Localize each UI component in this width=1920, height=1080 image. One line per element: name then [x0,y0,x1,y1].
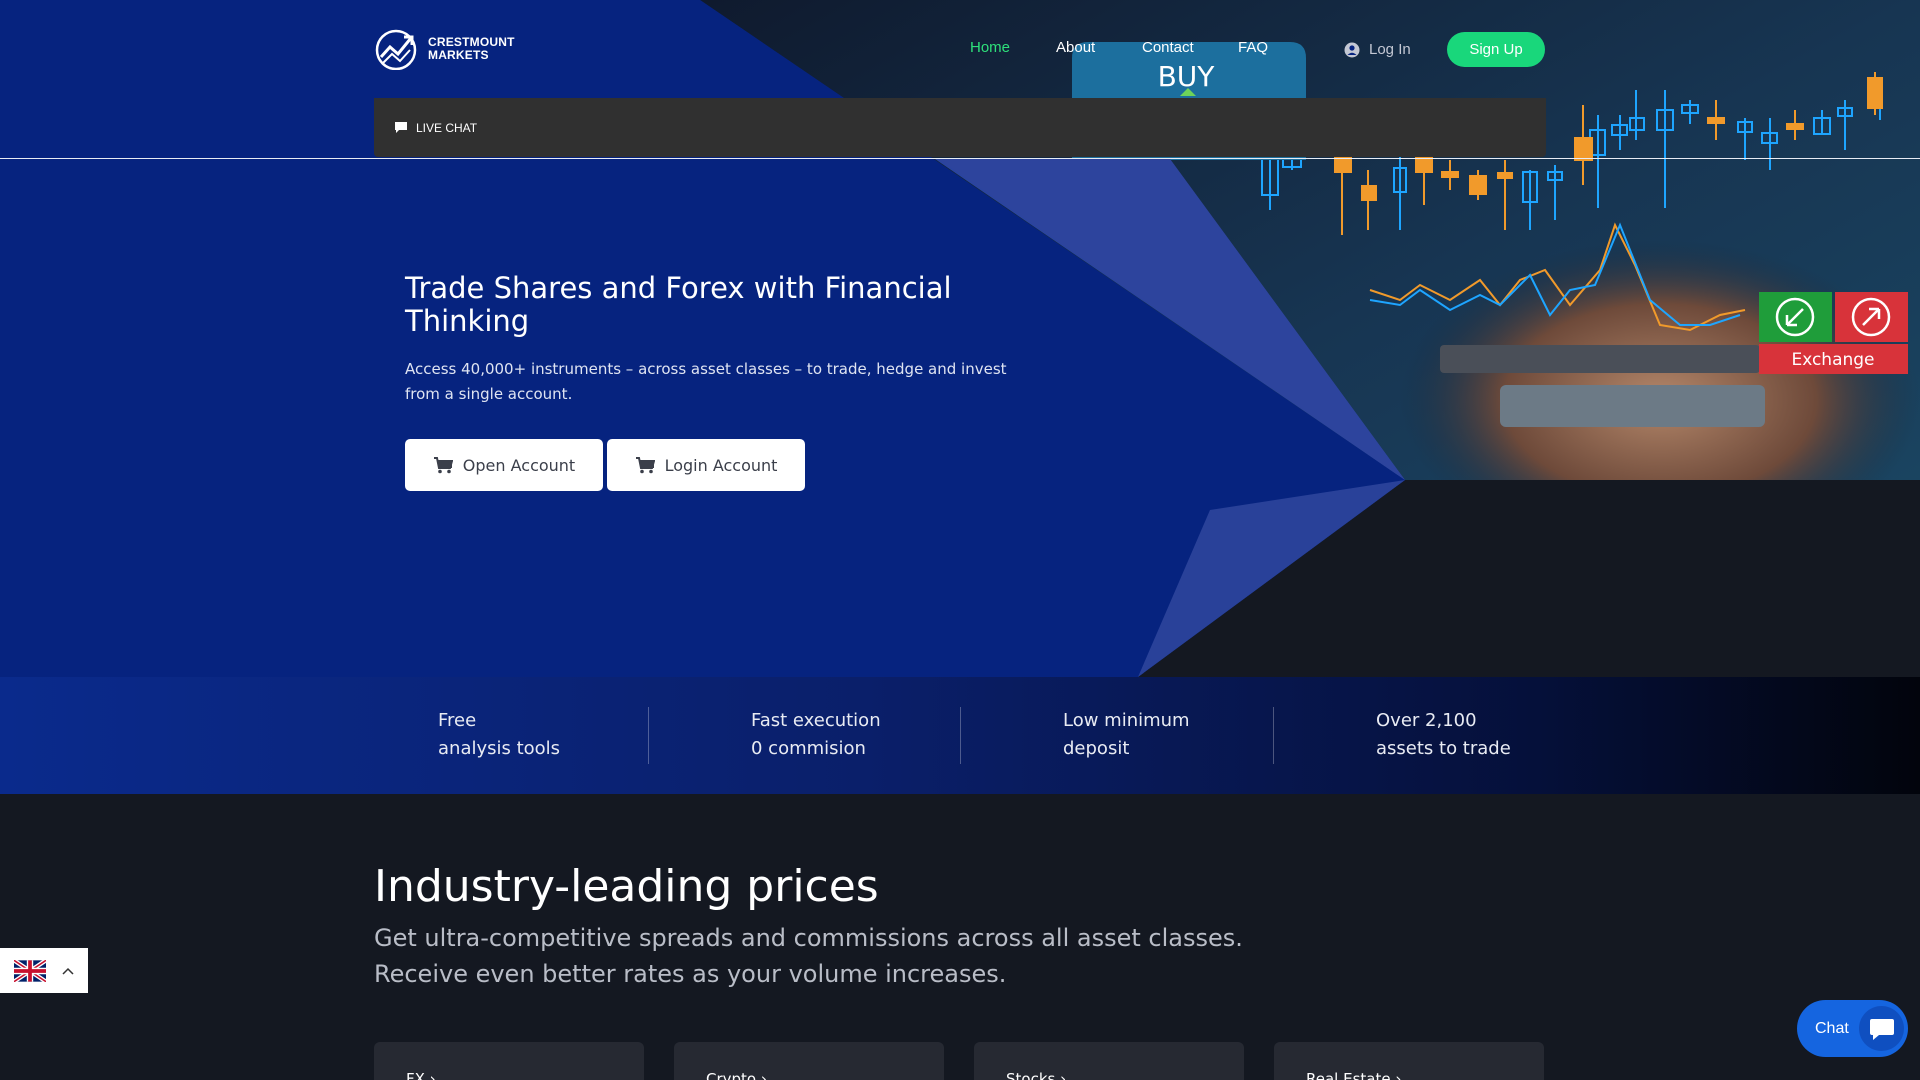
card-label: Stocks › [1006,1070,1067,1080]
chat-bubble-icon [1859,1006,1904,1051]
feature-line-1: Free [438,710,477,731]
feature-divider [648,707,649,764]
feature-item: Over 2,100 assets to trade [1376,707,1511,763]
header-divider [0,158,1920,159]
feature-item: Free analysis tools [438,707,560,763]
card-label: Crypto › [706,1070,767,1080]
chat-widget-label: Chat [1815,1019,1849,1037]
user-icon [1344,42,1360,57]
feature-divider [960,707,961,764]
feature-line-2: analysis tools [438,738,561,759]
logo-icon [375,29,417,70]
feature-line-1: Low minimum [1063,710,1190,731]
feature-item: Low minimum deposit [1063,707,1190,763]
prices-subtitle: Get ultra-competitive spreads and commis… [374,920,1274,992]
chat-widget-button[interactable]: Chat [1797,1000,1908,1057]
uk-flag-icon [14,959,46,982]
card-label: Real Estate › [1306,1070,1402,1080]
prices-subtitle-line-1: Get ultra-competitive spreads and commis… [374,924,1243,952]
card-label: FX › [406,1070,436,1080]
hero-subtitle: Access 40,000+ instruments – across asse… [405,360,1007,403]
feature-item: Fast execution 0 commision [751,707,881,763]
asset-card-real-estate[interactable]: Real Estate › [1274,1042,1544,1080]
chevron-up-icon [62,967,74,975]
nav-link-about[interactable]: About [1056,39,1095,56]
chat-icon [395,122,407,133]
hero-title: Trade Shares and Forex with Financial Th… [405,271,952,338]
feature-line-1: Over 2,100 [1376,710,1477,731]
top-navigation: CRESTMOUNT MARKETS Home About Contact FA… [0,0,1920,98]
nav-link-home[interactable]: Home [970,39,1010,56]
login-label: Log In [1369,41,1411,58]
live-chat-bar[interactable]: LIVE CHAT [374,98,1546,157]
cart-icon [433,456,453,473]
nav-link-contact[interactable]: Contact [1142,39,1194,56]
feature-line-2: deposit [1063,738,1130,759]
prices-subtitle-line-2: Receive even better rates as your volume… [374,960,1007,988]
signup-button[interactable]: Sign Up [1447,32,1545,67]
feature-line-1: Fast execution [751,710,881,731]
brand-name: CRESTMOUNT MARKETS [428,36,515,62]
login-account-button[interactable]: Login Account [607,439,805,491]
brand-logo[interactable]: CRESTMOUNT MARKETS [374,28,515,70]
asset-card-crypto[interactable]: Crypto › [674,1042,944,1080]
asset-card-stocks[interactable]: Stocks › [974,1042,1244,1080]
prices-title: Industry-leading prices [374,861,879,912]
open-account-button[interactable]: Open Account [405,439,603,491]
feature-line-2: 0 commision [751,738,866,759]
feature-divider [1273,707,1274,764]
brand-line-2: MARKETS [428,48,489,62]
login-link[interactable]: Log In [1344,41,1411,58]
login-account-label: Login Account [664,455,778,475]
language-selector[interactable] [0,948,88,993]
asset-card-fx[interactable]: FX › [374,1042,644,1080]
live-chat-label: LIVE CHAT [416,120,478,135]
features-strip: Free analysis tools Fast execution 0 com… [0,677,1920,794]
nav-link-faq[interactable]: FAQ [1238,39,1268,56]
feature-line-2: assets to trade [1376,738,1511,759]
cart-icon [635,456,655,473]
open-account-label: Open Account [462,455,576,475]
